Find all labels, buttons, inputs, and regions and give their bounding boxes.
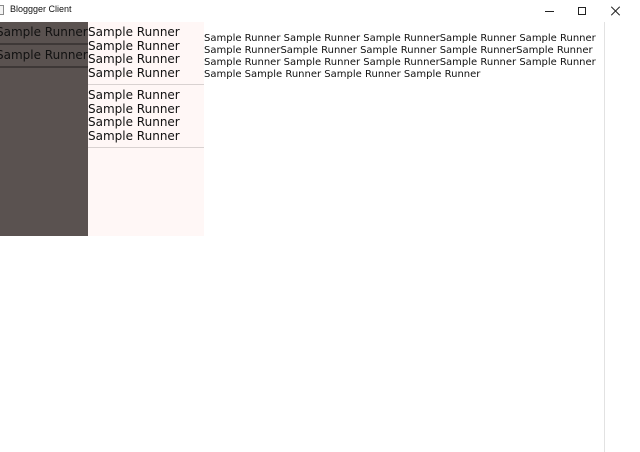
list-item-line: Sample Runner — [88, 65, 180, 80]
sidebar-item[interactable]: Sample Runner — [0, 22, 88, 45]
minimize-button[interactable] — [532, 0, 566, 22]
list-item-line: Sample Runner — [88, 115, 180, 129]
list-item-line: Sample Runner — [88, 25, 180, 39]
scrollbar-track[interactable] — [604, 22, 605, 452]
maximize-icon — [578, 7, 586, 15]
item-list: Sample Runner Sample Runner Sample Runne… — [88, 22, 204, 236]
list-item[interactable]: Sample Runner Sample Runner Sample Runne… — [88, 85, 204, 148]
sidebar-item-label: Sample Runner — [0, 48, 88, 62]
minimize-icon — [544, 10, 554, 12]
window-title: Bloggger Client — [10, 4, 72, 14]
sidebar: Sample Runner Sample Runner — [0, 22, 88, 236]
list-item[interactable]: Sample Runner Sample Runner Sample Runne… — [88, 22, 204, 85]
title-bar[interactable]: Bloggger Client — [0, 0, 640, 22]
app-window: Bloggger Client Sample Runner Sample Run… — [0, 0, 640, 452]
close-button[interactable] — [599, 0, 633, 22]
list-item-line: Sample Runner — [88, 38, 180, 53]
list-item-line: Sample Runner — [88, 101, 180, 116]
list-item-line: Sample Runner — [88, 52, 180, 66]
sidebar-item[interactable]: Sample Runner — [0, 45, 88, 68]
content-text: Sample Runner Sample Runner Sample Runne… — [204, 33, 596, 80]
list-item-line: Sample Runner — [88, 128, 180, 143]
close-icon — [611, 6, 621, 16]
maximize-button[interactable] — [565, 0, 599, 22]
app-icon — [0, 5, 4, 15]
sidebar-item-label: Sample Runner — [0, 25, 88, 39]
list-item-line: Sample Runner — [88, 88, 180, 102]
